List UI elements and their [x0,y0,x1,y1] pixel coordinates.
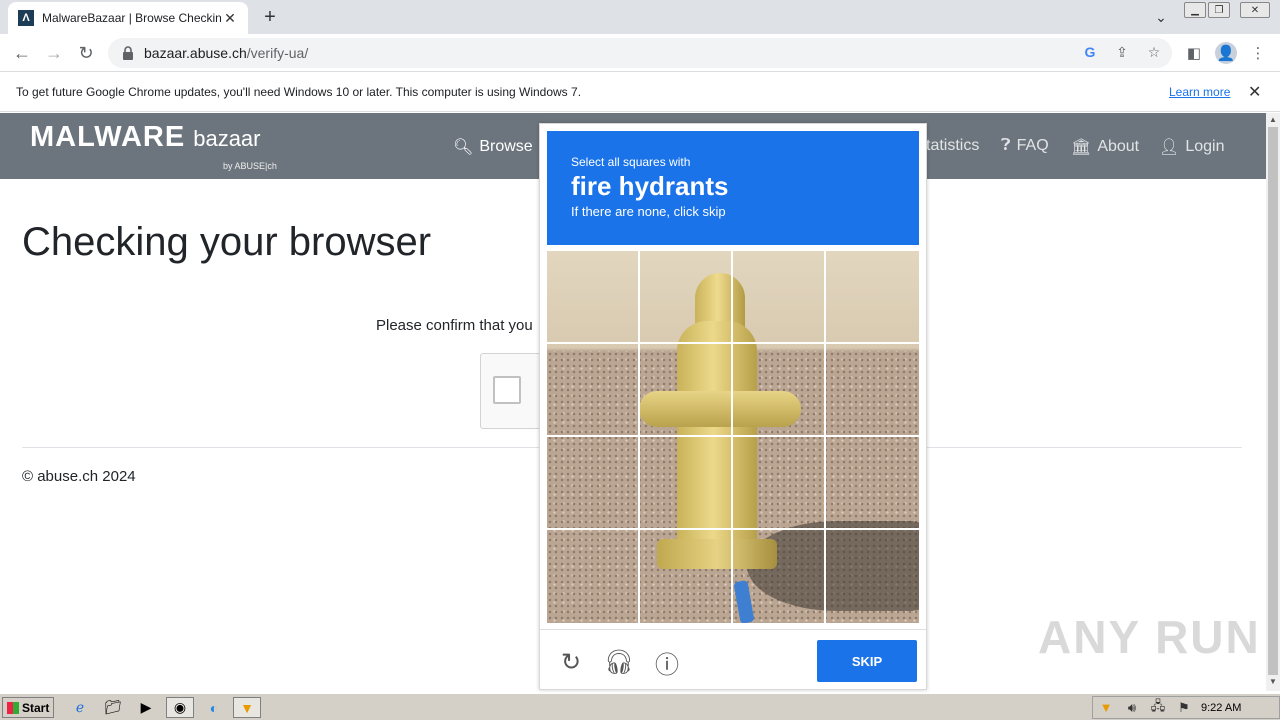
malwarebazaar-favicon-icon: Λ [18,10,34,26]
tab-close-icon[interactable]: ✕ [222,10,238,27]
url-text: bazaar.abuse.ch/verify-ua/ [144,45,308,61]
action-center-flag-icon[interactable]: ⚑ [1171,700,1197,716]
side-panel-icon[interactable]: ◧ [1183,42,1205,64]
google-lens-icon[interactable]: G [1080,42,1100,62]
forward-arrow-icon[interactable]: → [42,41,66,65]
question-circle-icon: ❓︎ [1001,137,1011,154]
share-icon[interactable]: ⇪ [1112,42,1132,62]
infobar-message: To get future Google Chrome updates, you… [16,85,582,99]
nav-statistics-label: tatistics [926,137,980,154]
profile-avatar[interactable]: 👤 [1215,42,1237,64]
search-icon: 🔍︎ [453,139,474,156]
confirm-text: Please confirm that you [376,317,533,334]
footer-copyright: © abuse.ch 2024 [22,468,136,485]
tab-title: MalwareBazaar | Browse Checking y [42,11,222,25]
refresh-icon[interactable]: ↻ [557,648,585,676]
back-arrow-icon[interactable]: ← [10,41,34,65]
url-host: bazaar.abuse.ch [144,45,247,61]
address-bar[interactable]: bazaar.abuse.ch/verify-ua/ [108,38,1172,68]
skip-button[interactable]: SKIP [817,640,917,682]
grid-vline [731,251,733,623]
grid-hline [547,342,919,344]
tile-gridlines [547,251,919,623]
chrome-icon[interactable]: ◉ [166,697,194,718]
building-icon: 🏛︎ [1071,139,1092,156]
browser-tab[interactable]: Λ MalwareBazaar | Browse Checking y ✕ [8,2,248,34]
nav-login-label: Login [1185,138,1225,155]
system-tray: ▼ 🔊︎ 🖧︎ ⚑ 9:22 AM [1092,696,1280,719]
close-window-button[interactable]: ✕ [1240,2,1270,18]
new-tab-button[interactable]: + [258,5,282,29]
app-shield-icon[interactable]: ▼ [233,697,261,718]
grid-hline [547,528,919,530]
grid-hline [547,435,919,437]
page-scrollbar[interactable]: ▲ ▼ [1266,113,1280,691]
bookmark-star-icon[interactable]: ☆ [1144,42,1164,62]
headphones-icon[interactable]: 🎧︎ [604,648,634,676]
tray-app-icon[interactable]: ▼ [1093,700,1119,715]
prompt-line3: If there are none, click skip [571,204,726,219]
anyrun-watermark: ANY RUN [1038,611,1261,663]
nav-statistics[interactable]: tatistics [926,137,979,155]
malwarebazaar-logo[interactable]: MALWARE bazaar by ABUSE|ch [30,121,277,171]
nav-about-label: About [1097,138,1140,155]
scroll-down-icon[interactable]: ▼ [1266,677,1280,689]
explorer-folder-icon[interactable]: 📁︎ [99,697,127,718]
grid-vline [638,251,640,623]
logo-sub: bazaar [193,126,261,151]
page-title: Checking your browser [22,220,432,264]
scrollbar-thumb[interactable] [1268,127,1278,675]
windows-flag-icon [7,701,19,714]
user-icon: 👤︎ [1159,139,1180,156]
nav-faq-label: FAQ [1016,137,1049,154]
url-path: /verify-ua/ [246,45,309,61]
nav-browse-label: Browse [479,138,533,155]
update-infobar: To get future Google Chrome updates, you… [0,72,1280,112]
start-button[interactable]: Start [2,697,54,718]
prompt-line1: Select all squares with [571,155,691,169]
infobar-close-icon[interactable]: ✕ [1248,82,1261,102]
captcha-image-grid [547,251,919,623]
tab-strip: Λ MalwareBazaar | Browse Checking y ✕ + … [0,0,1280,34]
media-player-icon[interactable]: ▶ [132,697,160,718]
lock-icon [123,46,133,60]
browser-toolbar: ← → ↻ bazaar.abuse.ch/verify-ua/ G ⇪ ☆ ◧… [0,34,1280,72]
taskbar: Start ℯ 📁︎ ▶ ◉ ◐ ▼ ▼ 🔊︎ 🖧︎ ⚑ 9:22 AM [0,693,1280,720]
edge-icon[interactable]: ◐ [200,697,228,718]
nav-about[interactable]: 🏛︎ About [1071,137,1139,157]
scroll-up-icon[interactable]: ▲ [1266,115,1280,127]
ie-icon[interactable]: ℯ [66,697,94,718]
network-icon[interactable]: 🖧︎ [1145,697,1171,719]
tab-search-chevron-icon[interactable]: ⌄ [1150,6,1172,28]
captcha-prompt: Select all squares with fire hydrants If… [547,131,919,245]
menu-kebab-icon[interactable]: ⋮ [1247,42,1269,64]
captcha-footer: ↻ 🎧︎ ⓘ SKIP [540,629,926,691]
volume-icon[interactable]: 🔊︎ [1119,700,1145,716]
clock[interactable]: 9:22 AM [1201,702,1241,714]
learn-more-link[interactable]: Learn more [1169,85,1230,99]
captcha-challenge: Select all squares with fire hydrants If… [539,123,927,690]
restore-button[interactable]: ❐ [1208,2,1230,18]
minimize-button[interactable]: ▁ [1184,2,1206,18]
info-icon[interactable]: ⓘ [653,648,681,679]
start-label: Start [22,700,50,715]
logo-by: by ABUSE|ch [223,161,277,171]
nav-browse[interactable]: 🔍︎ Browse [453,137,533,157]
nav-login[interactable]: 👤︎ Login [1159,137,1224,157]
reload-icon[interactable]: ↻ [74,41,98,65]
nav-faq[interactable]: ❓︎ FAQ [1001,137,1049,155]
grid-vline [824,251,826,623]
profile-icon: 👤 [1215,42,1237,64]
captcha-checkbox[interactable] [493,376,521,404]
screen: Λ MalwareBazaar | Browse Checking y ✕ + … [0,0,1280,720]
prompt-target: fire hydrants [571,171,729,201]
logo-main: MALWARE [30,121,186,153]
